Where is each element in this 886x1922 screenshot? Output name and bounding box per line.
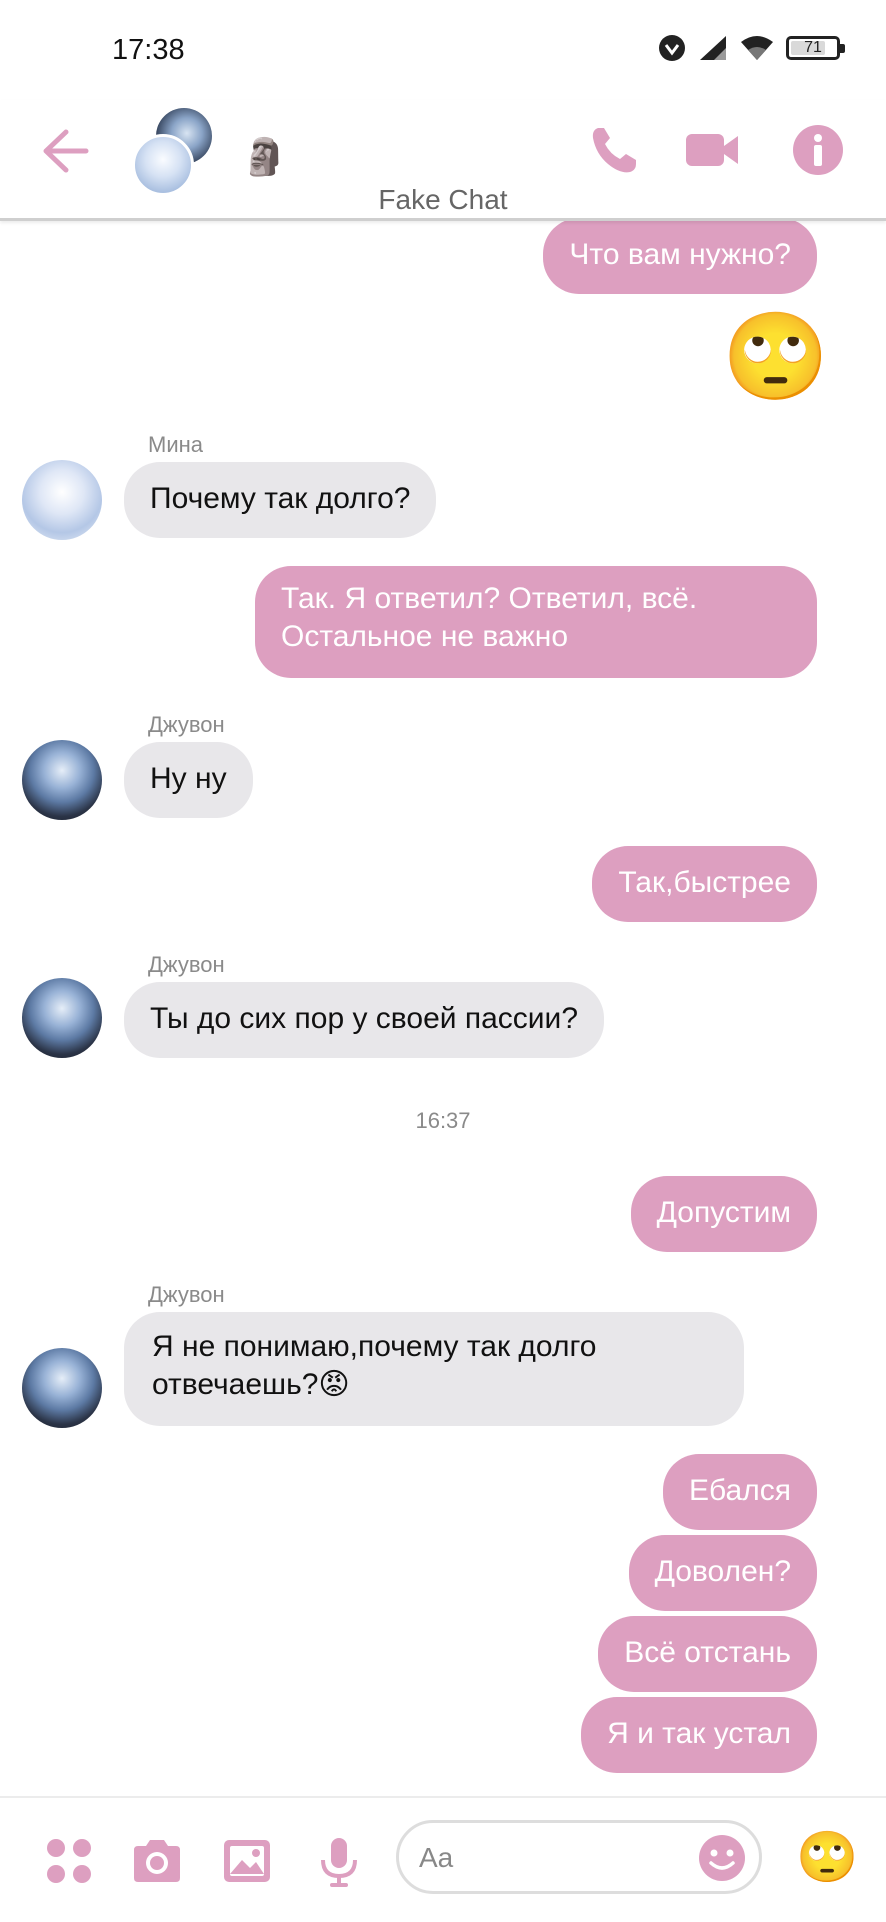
message-bubble-outgoing[interactable]: Всё отстань bbox=[598, 1616, 817, 1692]
avatar[interactable] bbox=[22, 978, 102, 1058]
apps-grid-icon[interactable] bbox=[42, 1834, 96, 1888]
chat-header: 🗿 Fake Chat bbox=[0, 100, 886, 221]
vpn-shield-icon bbox=[659, 35, 685, 61]
message-bubble-incoming[interactable]: Почему так долго? bbox=[124, 462, 437, 538]
message-line: отвечаешь?😡 bbox=[152, 1368, 350, 1401]
status-icons: 71 bbox=[658, 34, 845, 62]
message-composer bbox=[396, 1820, 762, 1894]
signal-icon bbox=[700, 36, 726, 60]
message-bubble-outgoing[interactable]: Доволен? bbox=[628, 1535, 817, 1611]
smiley-icon[interactable] bbox=[697, 1833, 747, 1883]
status-time: 17:38 bbox=[112, 34, 185, 66]
avatar[interactable] bbox=[22, 460, 102, 540]
timestamp-divider: 16:37 bbox=[415, 1108, 471, 1133]
back-arrow-icon[interactable] bbox=[36, 126, 92, 176]
message-bubble-outgoing[interactable]: Допустим bbox=[630, 1176, 817, 1252]
avatar[interactable] bbox=[22, 740, 102, 820]
message-line: Так. Я ответил? Ответил, всё. bbox=[281, 582, 698, 615]
message-input[interactable] bbox=[417, 1837, 691, 1879]
sender-name: Джувон bbox=[148, 1282, 225, 1307]
message-bubble-incoming[interactable]: Ты до сих пор у своей пассии? bbox=[124, 982, 604, 1058]
battery-icon: 71 bbox=[786, 36, 845, 60]
message-bubble-outgoing[interactable]: Я и так устал bbox=[581, 1697, 817, 1773]
sender-name: Джувон bbox=[148, 952, 225, 977]
emoji-message[interactable]: 🙄 bbox=[722, 314, 829, 400]
camera-icon[interactable] bbox=[130, 1834, 184, 1888]
quick-reaction-emoji[interactable]: 🙄 bbox=[796, 1832, 858, 1882]
wifi-icon bbox=[741, 36, 773, 60]
info-icon[interactable] bbox=[790, 122, 846, 178]
battery-level: 71 bbox=[804, 39, 822, 56]
message-bubble-outgoing[interactable]: Так. Я ответил? Ответил, всё. Остальное … bbox=[255, 566, 817, 678]
message-line: Остальное не важно bbox=[281, 620, 569, 653]
group-avatar[interactable]: 🗿 bbox=[130, 106, 287, 196]
message-bubble-outgoing[interactable]: Ебался bbox=[663, 1454, 817, 1530]
moai-emoji: 🗿 bbox=[242, 136, 287, 177]
gallery-icon[interactable] bbox=[220, 1834, 274, 1888]
message-bubble-outgoing[interactable]: Так,быстрее bbox=[592, 846, 817, 922]
phone-icon[interactable] bbox=[586, 122, 642, 178]
message-bubble-outgoing[interactable]: Что вам нужно? bbox=[543, 218, 817, 294]
status-bar: 17:38 71 bbox=[0, 0, 886, 100]
message-bubble-incoming[interactable]: Я не понимаю,почему так долго отвечаешь?… bbox=[124, 1312, 744, 1426]
video-camera-icon[interactable] bbox=[684, 122, 740, 178]
sender-name: Мина bbox=[148, 432, 203, 457]
microphone-icon[interactable] bbox=[312, 1834, 366, 1888]
chat-title: Fake Chat bbox=[378, 184, 508, 215]
message-bubble-incoming[interactable]: Ну ну bbox=[124, 742, 253, 818]
message-line: Я не понимаю,почему так долго bbox=[152, 1330, 597, 1363]
sender-name: Джувон bbox=[148, 712, 225, 737]
avatar[interactable] bbox=[22, 1348, 102, 1428]
composer-bar: 🙄 bbox=[0, 1796, 886, 1922]
